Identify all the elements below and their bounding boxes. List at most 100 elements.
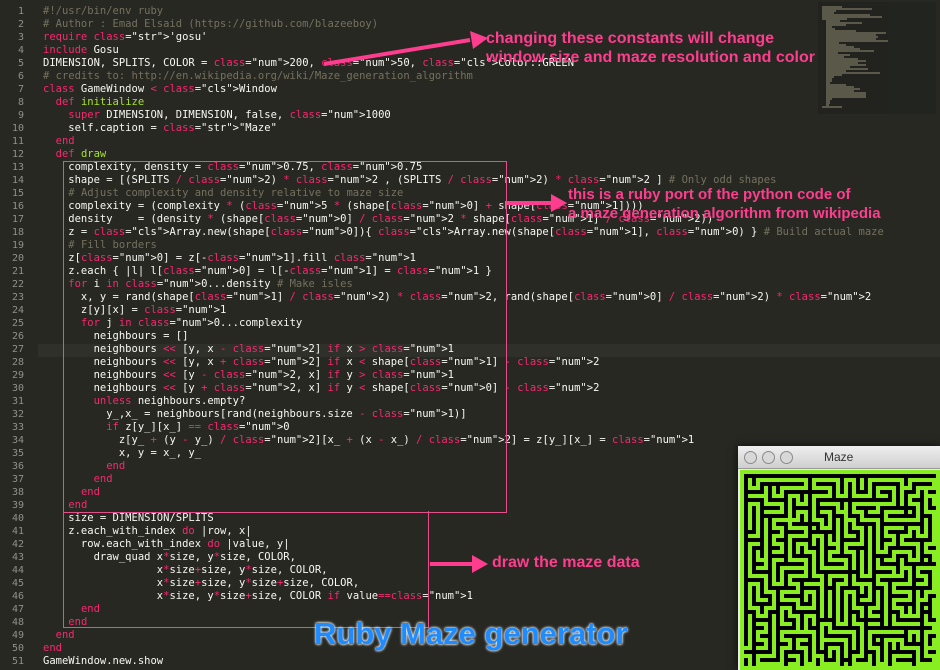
- line-number: 27: [11, 344, 24, 355]
- maze-wall-cell: [932, 478, 936, 482]
- maze-wall-cell: [812, 478, 816, 482]
- maze-wall-cell: [936, 650, 940, 654]
- maze-wall-cell: [936, 502, 940, 506]
- maze-wall-cell: [920, 566, 924, 570]
- maze-wall-cell: [804, 502, 808, 506]
- maze-window-titlebar[interactable]: Maze: [738, 446, 940, 469]
- line-number: 16: [11, 201, 24, 212]
- maze-wall-cell: [900, 638, 904, 642]
- maze-wall-cell: [764, 494, 768, 498]
- maze-wall-cell: [924, 638, 928, 642]
- code-line[interactable]: self.caption = class="str">"Maze": [43, 122, 277, 135]
- maze-wall-cell: [772, 646, 776, 650]
- maze-wall-cell: [884, 602, 888, 606]
- maze-wall-cell: [908, 494, 912, 498]
- maze-wall-cell: [860, 566, 864, 570]
- code-line[interactable]: end: [43, 629, 75, 642]
- maze-wall-cell: [800, 534, 804, 538]
- maze-wall-cell: [812, 618, 816, 622]
- zoom-icon[interactable]: [780, 451, 793, 464]
- maze-wall-cell: [904, 486, 908, 490]
- maze-wall-cell: [804, 534, 808, 538]
- maze-wall-cell: [932, 502, 936, 506]
- maze-wall-cell: [836, 646, 840, 650]
- maze-wall-cell: [844, 558, 848, 562]
- code-line[interactable]: def initialize: [43, 96, 145, 109]
- arrow-to-constants: [323, 31, 488, 66]
- maze-wall-cell: [896, 582, 900, 586]
- maze-wall-cell: [936, 590, 940, 594]
- maze-wall-cell: [868, 630, 872, 634]
- maze-wall-cell: [796, 542, 800, 546]
- maze-wall-cell: [936, 550, 940, 554]
- maze-wall-cell: [900, 558, 904, 562]
- maze-wall-cell: [756, 614, 760, 618]
- code-line[interactable]: super DIMENSION, DIMENSION, false, class…: [43, 109, 390, 122]
- code-line[interactable]: #!/usr/bin/env ruby: [43, 5, 163, 18]
- code-line[interactable]: end: [43, 135, 75, 148]
- maze-wall-cell: [872, 510, 876, 514]
- line-number: 25: [11, 318, 24, 329]
- maze-wall-cell: [748, 602, 752, 606]
- maze-wall-cell: [904, 598, 908, 602]
- maze-wall-cell: [844, 622, 848, 626]
- maze-wall-cell: [820, 666, 824, 670]
- maze-wall-cell: [744, 470, 748, 474]
- maze-wall-cell: [888, 558, 892, 562]
- code-editor[interactable]: 1 2 3 4 5 6 7 8 9 10 11 12 13 14 15 16 17 18 19 20 21 22 23 24 2…: [0, 0, 940, 670]
- code-line[interactable]: end: [43, 642, 62, 655]
- maze-wall-cell: [876, 478, 880, 482]
- maze-wall-cell: [880, 486, 884, 490]
- maze-wall-cell: [868, 606, 872, 610]
- minimap[interactable]: [818, 2, 936, 114]
- maze-wall-cell: [760, 662, 764, 666]
- maze-wall-cell: [764, 566, 768, 570]
- maze-wall-cell: [904, 542, 908, 546]
- maze-wall-cell: [756, 554, 760, 558]
- maze-wall-cell: [884, 594, 888, 598]
- maze-wall-cell: [928, 662, 932, 666]
- maze-wall-cell: [820, 630, 824, 634]
- maze-wall-cell: [860, 610, 864, 614]
- code-line[interactable]: class GameWindow < class="cls">Window: [43, 83, 277, 96]
- maze-wall-cell: [884, 518, 888, 522]
- maze-wall-cell: [856, 494, 860, 498]
- maze-wall-cell: [936, 654, 940, 658]
- maze-wall-cell: [756, 654, 760, 658]
- maze-wall-cell: [812, 574, 816, 578]
- maze-wall-cell: [832, 558, 836, 562]
- maze-wall-cell: [792, 478, 796, 482]
- close-icon[interactable]: [744, 451, 757, 464]
- maze-wall-cell: [740, 486, 744, 490]
- maze-wall-cell: [820, 610, 824, 614]
- maze-wall-cell: [900, 590, 904, 594]
- minimize-icon[interactable]: [762, 451, 775, 464]
- maze-wall-cell: [868, 634, 872, 638]
- maze-wall-cell: [916, 666, 920, 670]
- maze-wall-cell: [836, 490, 840, 494]
- maze-wall-cell: [740, 478, 744, 482]
- maze-window[interactable]: Maze: [738, 446, 940, 670]
- code-line[interactable]: require class="str">'gosu': [43, 31, 207, 44]
- maze-wall-cell: [756, 530, 760, 534]
- maze-wall-cell: [740, 514, 744, 518]
- maze-wall-cell: [812, 582, 816, 586]
- code-line[interactable]: GameWindow.new.show: [43, 655, 163, 668]
- maze-wall-cell: [868, 534, 872, 538]
- maze-wall-cell: [752, 502, 756, 506]
- maze-wall-cell: [820, 598, 824, 602]
- maze-wall-cell: [924, 558, 928, 562]
- maze-wall-cell: [836, 614, 840, 618]
- maze-canvas: [740, 470, 940, 670]
- maze-wall-cell: [876, 538, 880, 542]
- maze-wall-cell: [920, 470, 924, 474]
- code-line[interactable]: include Gosu: [43, 44, 119, 57]
- code-line[interactable]: def draw: [43, 148, 107, 161]
- maze-wall-cell: [756, 662, 760, 666]
- code-line[interactable]: # credits to: http://en.wikipedia.org/wi…: [43, 70, 473, 83]
- maze-wall-cell: [780, 662, 784, 666]
- maze-wall-cell: [804, 646, 808, 650]
- maze-wall-cell: [852, 642, 856, 646]
- maze-wall-cell: [868, 526, 872, 530]
- maze-wall-cell: [780, 570, 784, 574]
